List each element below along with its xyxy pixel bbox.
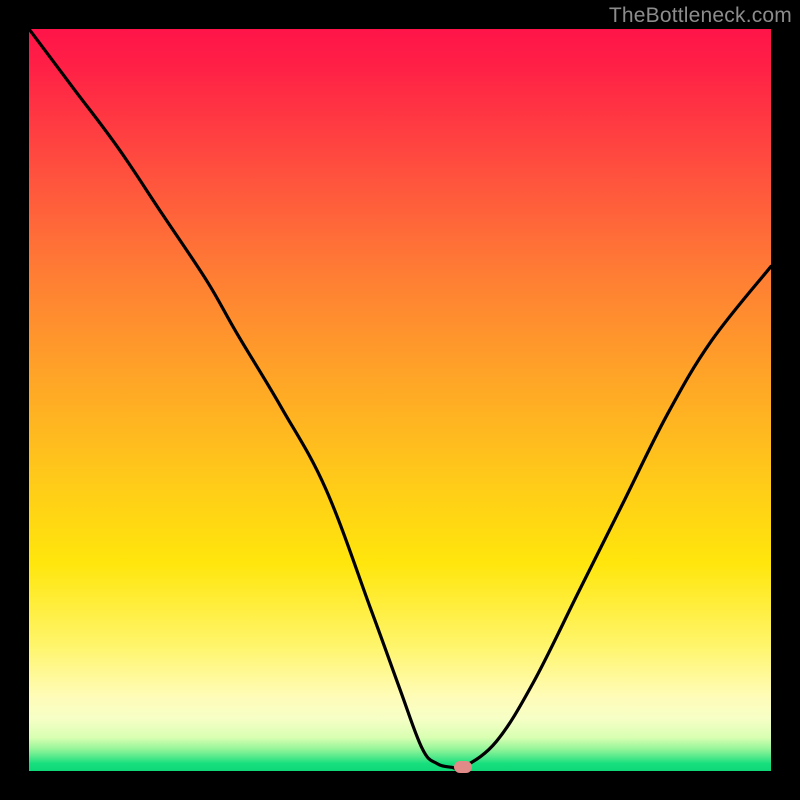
- bottleneck-curve: [29, 29, 771, 771]
- watermark-text: TheBottleneck.com: [609, 4, 792, 28]
- chart-frame: TheBottleneck.com: [0, 0, 800, 800]
- minimum-marker: [454, 761, 472, 773]
- plot-area: [29, 29, 771, 771]
